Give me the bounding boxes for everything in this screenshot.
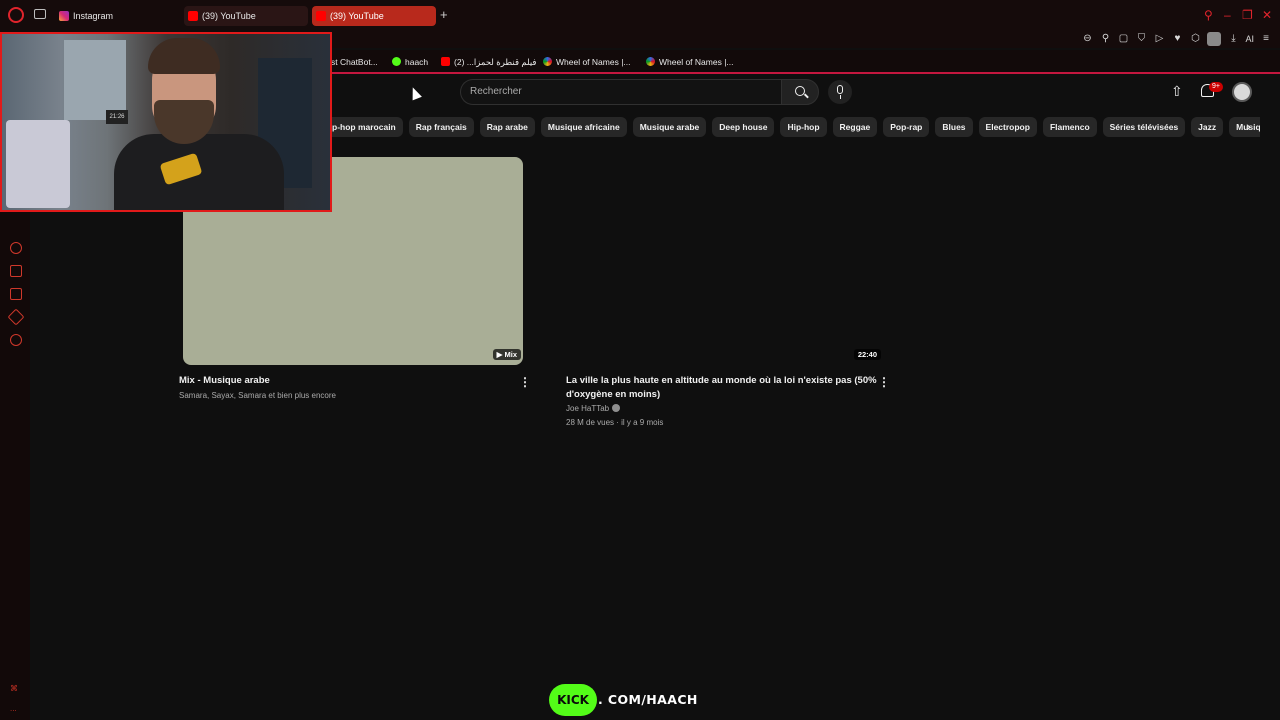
chip[interactable]: Deep house	[712, 117, 775, 137]
search-tabs-icon[interactable]: ⚲	[1204, 8, 1213, 22]
instagram-icon	[59, 11, 69, 21]
webcam-pc-case	[6, 120, 70, 208]
tab-label: (39) YouTube	[202, 11, 256, 21]
heart-icon[interactable]: ♥	[1171, 33, 1183, 45]
browser-tab-bar: Instagram (39) YouTube (39) YouTube + ⚲ …	[0, 0, 1280, 30]
channel-name[interactable]: Joe HaTTab	[566, 403, 621, 415]
minimize-icon[interactable]: –	[1224, 8, 1231, 22]
bookmark-wheel-of-names[interactable]: Wheel of Names |...	[543, 56, 630, 68]
notification-count-badge: 9+	[1209, 82, 1223, 92]
aria-ai-button[interactable]: AI	[1245, 34, 1254, 44]
tab-youtube-active[interactable]: (39) YouTube	[312, 6, 436, 26]
duration-badge: 22:40	[853, 349, 881, 360]
wheel-icon	[646, 57, 655, 66]
workspace-icon[interactable]	[34, 9, 46, 19]
bookmark-youtube-video[interactable]: فيلم قنطرة لحمزا... (2)	[441, 56, 536, 68]
webcam-streamer-hair	[148, 38, 220, 74]
video-title-line2[interactable]: d'oxygène en moins)	[566, 388, 660, 402]
bookmark-label: Wheel of Names |...	[659, 57, 734, 67]
video-meta: 28 M de vues · il y a 9 mois	[566, 418, 664, 427]
tab-label: (39) YouTube	[330, 11, 384, 21]
download-icon[interactable]: ⤓	[1227, 33, 1239, 45]
chip[interactable]: Flamenco	[1042, 117, 1097, 137]
history-icon[interactable]	[7, 308, 25, 326]
bookmark-label: فيلم قنطرة لحمزا... (2)	[454, 57, 537, 67]
tab-instagram[interactable]: Instagram	[55, 6, 175, 26]
chip[interactable]: Séries télévisées	[1102, 117, 1186, 137]
bookmark-label: Wheel of Names |...	[556, 57, 631, 67]
menu-icon[interactable]: ≡	[1260, 33, 1272, 45]
profile-avatar-icon[interactable]	[1207, 32, 1222, 46]
maximize-icon[interactable]: ❐	[1242, 8, 1253, 22]
search-button[interactable]	[781, 79, 819, 105]
mouse-cursor-icon	[408, 85, 422, 101]
opera-logo-icon[interactable]	[8, 7, 24, 23]
video-title-line1[interactable]: La ville la plus haute en altitude au mo…	[566, 374, 877, 388]
youtube-icon	[441, 57, 450, 66]
tab-label: Instagram	[73, 11, 114, 21]
chip[interactable]: Pop-rap	[883, 117, 930, 137]
tab-youtube[interactable]: (39) YouTube	[184, 6, 308, 26]
toolbar-icons: ⊖ ⚲ ▢ ⛉ ▷ ♥ ⬡ ⤓ AI ≡	[1081, 31, 1272, 47]
extensions-icon[interactable]: ⬡	[1189, 33, 1201, 45]
chip[interactable]: Rap arabe	[479, 117, 535, 137]
pin-icon[interactable]: ⚲	[1099, 33, 1111, 45]
bookmark-label: haach	[405, 57, 429, 67]
chip[interactable]: Musique africaine	[540, 117, 627, 137]
kick-logo: KICK	[549, 684, 597, 716]
webcam-clock: 21:26	[106, 110, 128, 124]
sidebar-more-icon[interactable]: ...	[10, 704, 17, 713]
chip[interactable]: Blues	[935, 117, 973, 137]
chip[interactable]: Musique arabe	[632, 117, 707, 137]
webcam-overlay: 21:26	[0, 32, 332, 212]
video-thumbnail[interactable]: 22:40	[567, 157, 883, 365]
mix-badge: ▶ Mix	[492, 349, 521, 360]
new-tab-button[interactable]: +	[440, 8, 448, 22]
chip[interactable]: Reggae	[832, 117, 878, 137]
voice-search-button[interactable]	[828, 80, 852, 104]
chip[interactable]: Electropop	[978, 117, 1037, 137]
microphone-icon	[837, 85, 843, 94]
settings-icon[interactable]	[10, 334, 22, 346]
bookmark-haach[interactable]: haach	[392, 56, 428, 68]
bookmark-wheel-of-names-2[interactable]: Wheel of Names |...	[646, 56, 733, 68]
more-options-icon[interactable]: ⋮	[878, 376, 890, 388]
chip[interactable]: Musique	[1229, 117, 1260, 137]
verified-icon	[612, 404, 621, 412]
play-icon[interactable]: ▷	[1153, 33, 1165, 45]
kick-url-watermark: . COM/HAACH	[598, 692, 698, 707]
youtube-icon	[188, 11, 198, 21]
video-title[interactable]: Mix - Musique arabe	[179, 374, 270, 388]
shield-icon[interactable]: ⛉	[1135, 33, 1147, 45]
more-options-icon[interactable]: ⋮	[519, 376, 531, 388]
youtube-icon	[316, 11, 326, 21]
snapshot-icon[interactable]: ▢	[1117, 33, 1129, 45]
category-chips: p-hop marocain Rap français Rap arabe Musiq…	[325, 117, 1260, 139]
bookmark-label: st ChatBot...	[331, 57, 378, 67]
chip[interactable]: Rap français	[408, 117, 474, 137]
sidebar-gx-icon[interactable]: ⌘	[10, 684, 18, 693]
player-icon[interactable]	[10, 242, 22, 254]
chip[interactable]: Hip-hop	[780, 117, 827, 137]
account-avatar[interactable]	[1232, 82, 1252, 102]
chevron-right-icon[interactable]: ›	[1246, 119, 1251, 133]
upload-icon[interactable]: ⇧	[1171, 84, 1183, 98]
chip[interactable]: p-hop marocain	[325, 117, 403, 137]
search-input[interactable]: Rechercher	[460, 79, 782, 105]
close-icon[interactable]: ✕	[1262, 8, 1272, 22]
zoom-icon[interactable]: ⊖	[1081, 33, 1093, 45]
webcam-window	[64, 40, 126, 120]
bookmarks-icon[interactable]	[10, 288, 22, 300]
wheel-icon	[543, 57, 552, 66]
kick-icon	[392, 57, 401, 66]
pinboard-icon[interactable]	[10, 265, 22, 277]
chip[interactable]: Jazz	[1191, 117, 1224, 137]
video-subtitle: Samara, Sayax, Samara et bien plus encor…	[179, 391, 336, 400]
